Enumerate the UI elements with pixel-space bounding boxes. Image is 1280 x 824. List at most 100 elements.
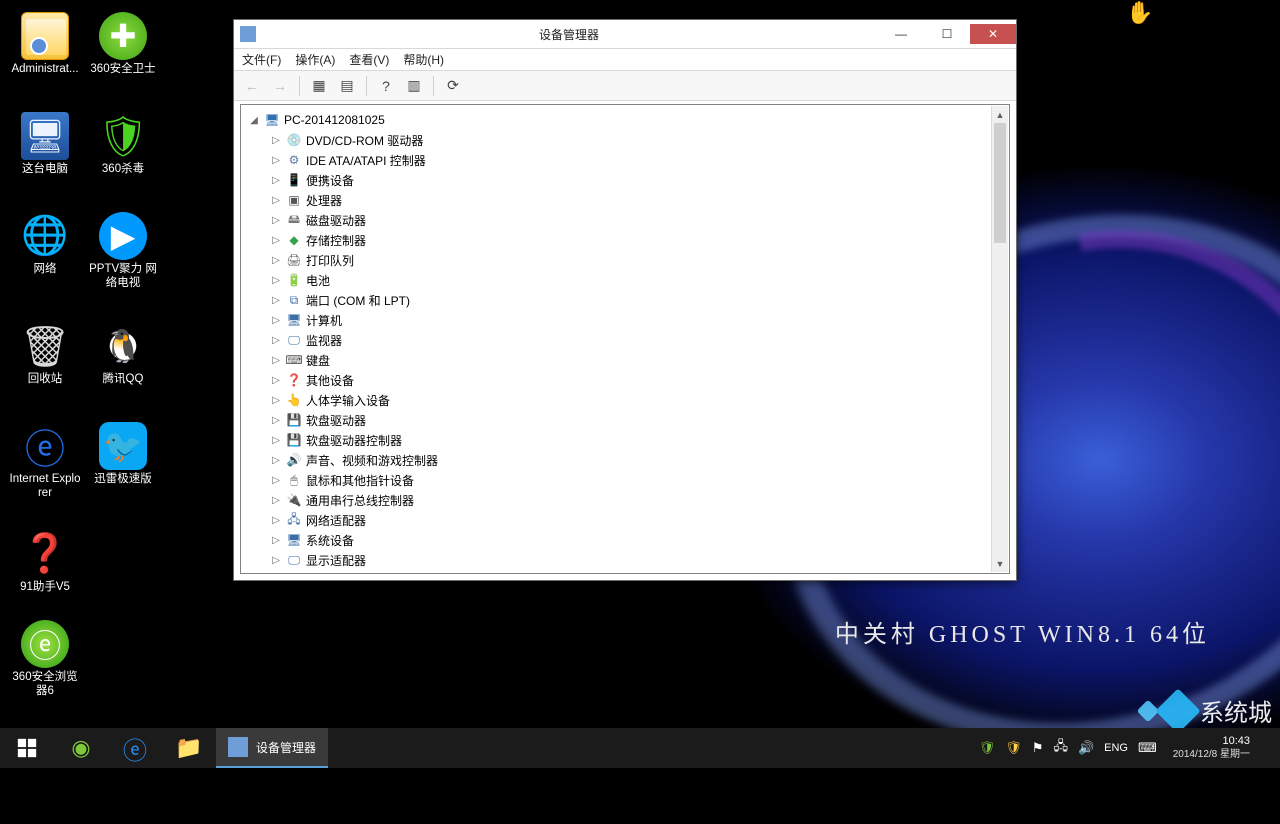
expand-icon[interactable]: ▷ [270,475,282,486]
titlebar[interactable]: 设备管理器 — ☐ ✕ [234,20,1016,49]
taskbar-pin-360[interactable]: ◉ [54,728,108,768]
desktop-icon-tencent-qq[interactable]: 🐧腾讯QQ [86,322,160,386]
expand-icon[interactable]: ▷ [270,155,282,166]
tree-node[interactable]: ▷ 🖧网络适配器 [242,510,991,530]
task-device-manager[interactable]: 设备管理器 [216,728,328,768]
printer-icon: 🖨 [286,252,302,268]
expand-icon[interactable]: ▷ [270,275,282,286]
device-tree[interactable]: ◢🖥PC-201412081025▷💿DVD/CD-ROM 驱动器▷⚙IDE A… [242,106,991,572]
expand-icon[interactable]: ▷ [270,455,282,466]
desktop-icon-network[interactable]: 🌐网络 [8,212,82,276]
tree-node[interactable]: ▷🔋电池 [242,270,991,290]
tree-node[interactable]: ▷🖴磁盘驱动器 [242,210,991,230]
tree-node[interactable]: ▷👆人体学输入设备 [242,390,991,410]
expand-icon[interactable]: ▷ [270,335,282,346]
tree-node[interactable]: ▷💾软盘驱动器 [242,410,991,430]
expand-icon[interactable]: ▷ [270,555,282,566]
menu-帮助[interactable]: 帮助(H) [403,51,444,68]
tree-node[interactable]: ▷🔌通用串行总线控制器 [242,490,991,510]
expand-icon[interactable]: ▷ [270,495,282,506]
desktop-icon-91-helper[interactable]: ❓91助手V5 [8,530,82,594]
tree-node[interactable]: ▷▣处理器 [242,190,991,210]
node-label: 网络适配器 [306,512,366,529]
expand-icon[interactable]: ▷ [270,255,282,266]
expand-icon[interactable]: ▷ [270,195,282,206]
toolbar-prop-button[interactable]: ▤ [335,74,359,98]
close-button[interactable]: ✕ [970,24,1016,44]
expand-icon[interactable]: ▷ [270,295,282,306]
globe-icon: 🌐 [21,212,69,260]
expand-icon[interactable]: ▷ [270,515,282,526]
hid-icon: 👆 [286,392,302,408]
desktop-icon-pptv[interactable]: ▶PPTV聚力 网络电视 [86,212,160,291]
tray-language[interactable]: ENG [1104,742,1128,754]
expand-icon[interactable]: ▷ [270,215,282,226]
expand-icon[interactable]: ▷ [270,395,282,406]
desktop-icon-recycle-bin[interactable]: 🗑回收站 [8,322,82,386]
floppy-icon: 💾 [286,412,302,428]
tray-ime-icon[interactable]: ⌨ [1138,740,1157,756]
expand-icon[interactable]: ▷ [270,235,282,246]
expand-icon[interactable]: ▷ [270,535,282,546]
menu-操作[interactable]: 操作(A) [295,51,335,68]
menu-查看[interactable]: 查看(V) [349,51,389,68]
tree-node[interactable]: ▷💾软盘驱动器控制器 [242,430,991,450]
scroll-down-icon[interactable]: ▼ [992,555,1008,572]
tree-node[interactable]: ▷⌨键盘 [242,350,991,370]
tray-network-icon[interactable]: 🖧 [1053,737,1068,759]
tree-node[interactable]: ▷◆存储控制器 [242,230,991,250]
net-icon: 🖧 [286,512,302,528]
tree-node[interactable]: ▷💿DVD/CD-ROM 驱动器 [242,130,991,150]
tree-node[interactable]: ▷⚙IDE ATA/ATAPI 控制器 [242,150,991,170]
start-button[interactable] [0,728,54,768]
node-label: 存储控制器 [306,232,366,249]
tree-node[interactable]: ▷🖵显示适配器 [242,550,991,570]
tray-360-icon[interactable]: 🛡 [979,740,996,756]
desktop-icon-this-pc[interactable]: 🖥这台电脑 [8,112,82,176]
tree-node[interactable]: ▷🖨打印队列 [242,250,991,270]
expand-icon[interactable]: ▷ [270,175,282,186]
toolbar-show-hidden-button[interactable]: ▦ [307,74,331,98]
desktop-icon-xunlei[interactable]: 🐦迅雷极速版 [86,422,160,486]
tree-root[interactable]: ◢🖥PC-201412081025 [242,110,991,130]
expand-icon[interactable]: ▷ [270,375,282,386]
expand-icon[interactable]: ▷ [270,315,282,326]
expand-icon[interactable]: ▷ [270,135,282,146]
expand-icon[interactable]: ▷ [270,415,282,426]
desktop-icon-administrators[interactable]: Administrat... [8,12,82,76]
desktop-icon-360-antivirus[interactable]: 🛡360杀毒 [86,112,160,176]
tray-shield-icon[interactable]: 🛡 [1005,740,1022,756]
menu-文件[interactable]: 文件(F) [242,51,281,68]
tree-node[interactable]: ▷🖵监视器 [242,330,991,350]
expand-icon[interactable]: ▷ [270,355,282,366]
desktop-icon-360-safety[interactable]: ✚360安全卫士 [86,12,160,76]
folder-icon [21,12,69,60]
minimize-button[interactable]: — [878,24,924,44]
tree-node[interactable]: ▷⧉端口 (COM 和 LPT) [242,290,991,310]
toolbar-scan-button[interactable]: ⟳ [441,74,465,98]
scroll-up-icon[interactable]: ▲ [992,106,1008,123]
desktop-icon-360-browser[interactable]: ⓔ360安全浏览器6 [8,620,82,699]
tray-flag-icon[interactable]: ⚑ [1032,740,1044,756]
tree-node[interactable]: ▷📱便携设备 [242,170,991,190]
maximize-button[interactable]: ☐ [924,24,970,44]
tree-node[interactable]: ▷🔊声音、视频和游戏控制器 [242,450,991,470]
menubar: 文件(F) 操作(A) 查看(V) 帮助(H) [234,49,1016,71]
vertical-scrollbar[interactable]: ▲ ▼ [991,106,1008,572]
scroll-thumb[interactable] [994,123,1006,243]
tray-volume-icon[interactable]: 🔊 [1078,740,1094,756]
expand-icon[interactable]: ▷ [270,435,282,446]
collapse-icon[interactable]: ◢ [248,115,260,126]
taskbar-pin-ie[interactable]: ⓔ [108,728,162,768]
tray-clock[interactable]: 10:43 2014/12/8 星期一 [1167,735,1256,760]
tree-node[interactable]: ▷❓其他设备 [242,370,991,390]
desktop-icon-internet-explorer[interactable]: ⓔInternet Explorer [8,422,82,501]
toolbar-refresh-button[interactable]: ▥ [402,74,426,98]
tree-node[interactable]: ▷🖥计算机 [242,310,991,330]
ie-icon: ⓔ [21,422,69,470]
toolbar-help-button[interactable]: ? [374,74,398,98]
taskbar-pin-explorer[interactable]: 📁 [162,728,216,768]
wallpaper-branding: 中关村 GHOST WIN8.1 64位 [835,614,1210,649]
tree-node[interactable]: ▷🖥系统设备 [242,530,991,550]
tree-node[interactable]: ▷🖱鼠标和其他指针设备 [242,470,991,490]
